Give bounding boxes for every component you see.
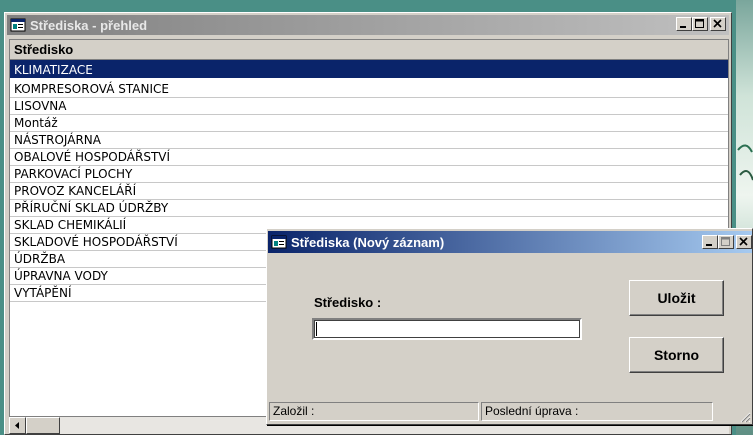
list-item[interactable]: NÁSTROJÁRNA xyxy=(10,132,728,149)
list-item[interactable]: PŘÍRUČNÍ SKLAD ÚDRŽBY xyxy=(10,200,728,217)
close-icon xyxy=(713,19,722,28)
list-item[interactable]: KLIMATIZACE xyxy=(10,60,728,81)
dialog-maximize-button[interactable] xyxy=(718,235,734,249)
dialog-close-button[interactable] xyxy=(736,235,752,249)
list-item[interactable]: Montáž xyxy=(10,115,728,132)
minimize-icon xyxy=(680,26,686,28)
stredisko-label: Středisko : xyxy=(314,295,382,310)
save-button[interactable]: Uložit xyxy=(629,280,724,316)
overview-title: Střediska - přehled xyxy=(30,17,148,33)
scroll-thumb[interactable] xyxy=(26,417,60,434)
maximize-icon xyxy=(721,237,730,246)
close-button[interactable] xyxy=(710,17,726,31)
list-item[interactable]: LISOVNA xyxy=(10,98,728,115)
list-item[interactable]: OBALOVÉ HOSPODÁŘSTVÍ xyxy=(10,149,728,166)
list-item[interactable]: PROVOZ KANCELÁŘÍ xyxy=(10,183,728,200)
status-created-by: Založil : xyxy=(269,402,479,421)
close-icon xyxy=(739,237,748,246)
maximize-button[interactable] xyxy=(692,17,708,31)
stredisko-input[interactable] xyxy=(312,318,582,340)
status-last-modified: Poslední úprava : xyxy=(481,402,713,421)
list-item[interactable]: KOMPRESOROVÁ STANICE xyxy=(10,81,728,98)
overview-titlebar[interactable]: Střediska - přehled xyxy=(7,15,729,35)
scroll-left-button[interactable] xyxy=(9,417,26,434)
list-item[interactable]: PARKOVACÍ PLOCHY xyxy=(10,166,728,183)
minimize-icon xyxy=(706,244,712,246)
cancel-button[interactable]: Storno xyxy=(629,337,724,373)
minimize-button[interactable] xyxy=(676,17,692,31)
column-header-stredisko[interactable]: Středisko xyxy=(10,40,728,60)
app-icon xyxy=(10,18,26,32)
resize-grip-icon[interactable] xyxy=(739,411,751,423)
arrow-left-icon xyxy=(15,422,19,429)
dialog-minimize-button[interactable] xyxy=(702,235,718,249)
maximize-icon xyxy=(695,19,704,28)
new-record-dialog: Střediska (Nový záznam) Středisko : Ulož… xyxy=(266,228,753,425)
dialog-titlebar[interactable]: Střediska (Nový záznam) xyxy=(268,231,752,253)
status-bar: Založil : Poslední úprava : xyxy=(269,402,747,423)
text-caret xyxy=(316,322,317,336)
app-icon xyxy=(271,235,287,249)
dialog-title: Střediska (Nový záznam) xyxy=(291,234,445,250)
